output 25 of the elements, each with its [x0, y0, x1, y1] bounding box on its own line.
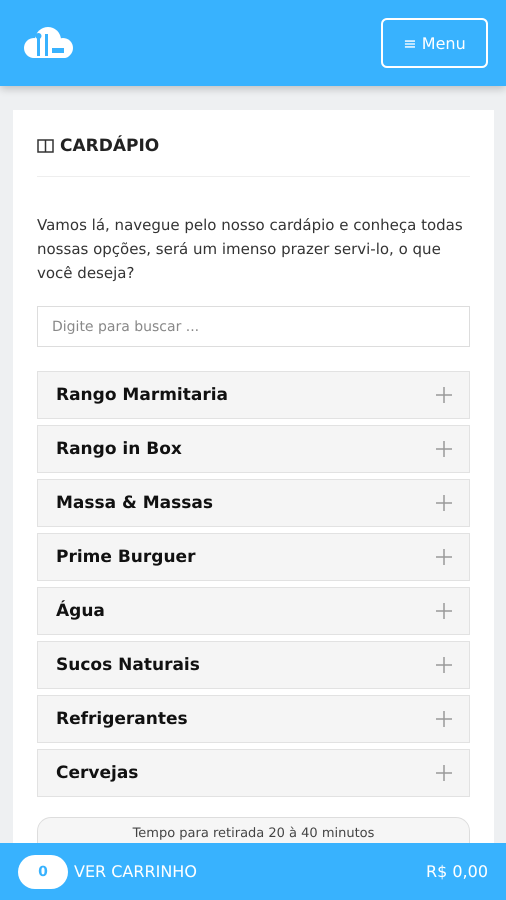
category-item[interactable]: Sucos Naturais: [37, 641, 470, 689]
category-item[interactable]: Prime Burguer: [37, 533, 470, 581]
plus-icon: [435, 602, 453, 620]
category-item[interactable]: Rango in Box: [37, 425, 470, 473]
category-item[interactable]: Massa & Massas: [37, 479, 470, 527]
pickup-time-text: Tempo para retirada 20 à 40 minutos: [132, 826, 374, 843]
section-title: CARDÁPIO: [60, 136, 160, 156]
plus-icon: [435, 764, 453, 782]
cart-count: 0: [18, 854, 68, 888]
category-item[interactable]: Rango Marmitaria: [37, 371, 470, 419]
search-field[interactable]: Digite para buscar ...: [37, 306, 470, 347]
cart-total: R$ 0,00: [426, 862, 488, 881]
plus-icon: [435, 548, 453, 566]
plus-icon: [435, 440, 453, 458]
category-item[interactable]: Água: [37, 587, 470, 635]
plus-icon: [435, 710, 453, 728]
view-cart-label: VER CARRINHO: [74, 862, 197, 881]
category-item[interactable]: Cervejas: [37, 749, 470, 797]
category-item[interactable]: Refrigerantes: [37, 695, 470, 743]
plus-icon: [435, 494, 453, 512]
book-icon: [37, 139, 54, 153]
intro-text: Vamos lá, navegue pelo nosso cardápio e conheça todas nossas opções, será um imenso prazer servi-lo, o que você deseja?: [37, 215, 464, 284]
plus-icon: [435, 656, 453, 674]
plus-icon: [435, 386, 453, 404]
cloud-cutlery-logo: [22, 26, 76, 60]
